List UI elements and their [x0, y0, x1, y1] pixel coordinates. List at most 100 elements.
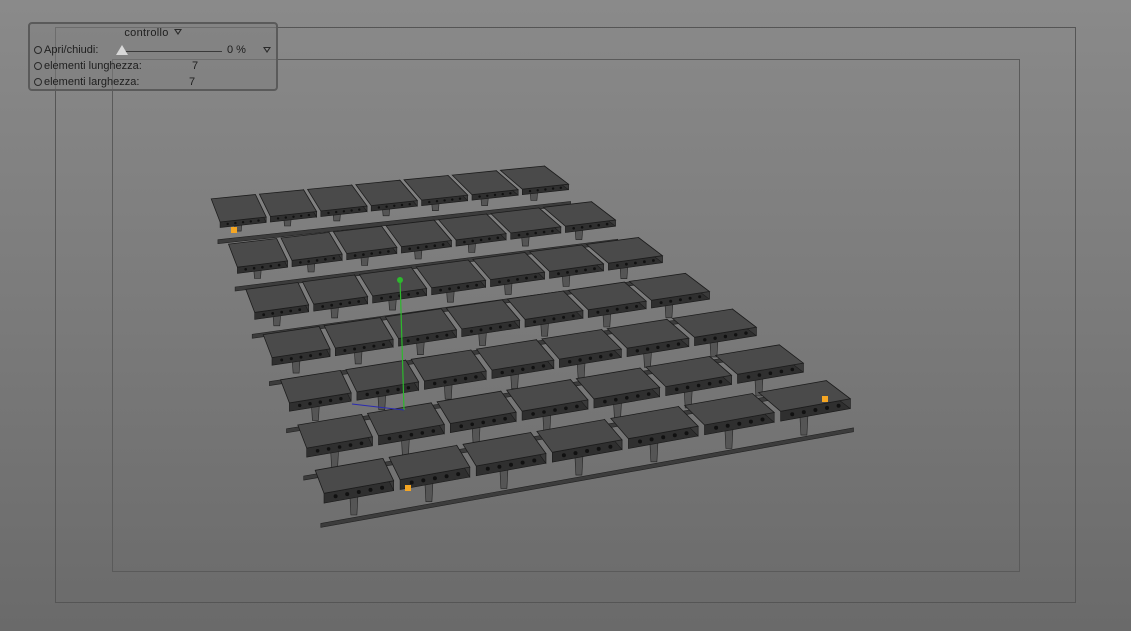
slab-hole [568, 360, 572, 364]
slab-hole [298, 308, 302, 311]
slab-hole [603, 399, 607, 404]
slab-hole [389, 295, 392, 299]
slab-hole [280, 358, 284, 362]
slab-hole [339, 397, 343, 401]
slab-hole [479, 238, 483, 242]
slab-hole [441, 243, 445, 246]
slab-hole [339, 302, 343, 306]
slab-hole [353, 254, 357, 257]
slab-hole [380, 485, 385, 490]
open-close-radio[interactable] [34, 46, 42, 54]
hud-menu-caret-icon[interactable] [173, 29, 182, 35]
slab-hole [757, 373, 762, 377]
slab-hole [234, 221, 237, 225]
slab-hole [337, 445, 342, 449]
slab-hole [426, 336, 429, 340]
bounding-handle-icon[interactable] [822, 396, 828, 402]
slab-hole [348, 443, 353, 447]
slab-hole [572, 227, 575, 230]
slab-hole [643, 260, 646, 264]
slab-hole [439, 288, 442, 292]
slab-hole [252, 266, 256, 270]
slab-hole [474, 375, 478, 379]
slab-hole [370, 252, 374, 255]
width-value[interactable]: 7 [189, 75, 195, 89]
slab-hole [593, 267, 596, 271]
slab-hole [625, 262, 628, 266]
slab-hole [421, 478, 426, 483]
slab-hole [718, 380, 723, 384]
slab-hole [517, 233, 521, 237]
slab-hole [407, 293, 410, 296]
slab-hole [475, 283, 478, 287]
slab-hole [431, 429, 436, 433]
control-hud-panel: controllo Apri/chiudi: 0 % elementi lung… [28, 22, 278, 91]
slab-hole [748, 419, 753, 424]
slab-hole [333, 494, 338, 499]
hud-title[interactable]: controllo [30, 27, 276, 39]
slab-hole [500, 370, 504, 375]
slab-hole [575, 404, 579, 409]
slab-hole [261, 265, 264, 269]
slab-hole [406, 386, 411, 390]
slab-hole [584, 268, 587, 272]
slab-hole [425, 245, 428, 248]
slab-hole [801, 410, 806, 415]
slab-hole [698, 295, 702, 299]
slab-hole [353, 347, 357, 351]
slab-hole [813, 408, 818, 412]
y-axis-handle-icon [397, 277, 403, 283]
slab-hole [768, 371, 773, 376]
slab-hole [713, 336, 717, 340]
slab-hole [503, 416, 507, 421]
slab-hole [416, 246, 420, 249]
slab-hole [636, 394, 640, 398]
3d-viewport[interactable] [0, 0, 1131, 631]
slab-hole [790, 412, 795, 417]
hud-title-label: controllo [124, 27, 169, 39]
slab-hole [534, 275, 537, 279]
slab-hole [534, 231, 537, 235]
slab-hole [714, 425, 719, 430]
slab-hole [635, 349, 639, 353]
open-close-dropdown-icon[interactable] [263, 47, 271, 53]
bounding-handle-icon[interactable] [405, 485, 411, 491]
slab-hole [466, 284, 469, 288]
slab-hole [299, 355, 303, 359]
width-radio[interactable] [34, 78, 42, 86]
slab-hole [362, 253, 365, 256]
slab-hole [573, 451, 578, 456]
slab-hole [453, 378, 457, 382]
slab-hole [432, 476, 437, 481]
length-radio[interactable] [34, 62, 42, 70]
slab-hole [596, 446, 601, 451]
slab-hole [652, 259, 655, 262]
slab-hole [492, 418, 496, 423]
slab-hole [443, 380, 447, 384]
open-close-slider[interactable] [116, 45, 222, 55]
bounding-handle-icon[interactable] [231, 227, 237, 233]
slab-hole [666, 344, 670, 348]
slab-hole [420, 431, 425, 435]
length-value[interactable]: 7 [192, 59, 198, 73]
slab-hole [498, 280, 501, 284]
slab-hole [605, 222, 609, 226]
slab-hole [365, 392, 369, 397]
slab-hole [326, 447, 331, 451]
open-close-label: Apri/chiudi: [44, 44, 99, 56]
slab-hole [357, 300, 361, 303]
slab-hole [451, 198, 454, 201]
slab-hole [696, 383, 701, 388]
slab-hole [493, 193, 497, 197]
slab-hole [463, 376, 468, 381]
slab-hole [308, 402, 312, 406]
slab-hole [510, 369, 515, 373]
slab-hole [528, 189, 532, 193]
slider-thumb-icon[interactable] [116, 45, 128, 55]
slab-hole [416, 337, 420, 341]
slab-hole [531, 412, 535, 416]
bridge-grid-model[interactable] [0, 0, 1131, 631]
slab-hole [470, 422, 475, 427]
slab-hole [646, 392, 651, 396]
slab-hole [321, 305, 325, 308]
